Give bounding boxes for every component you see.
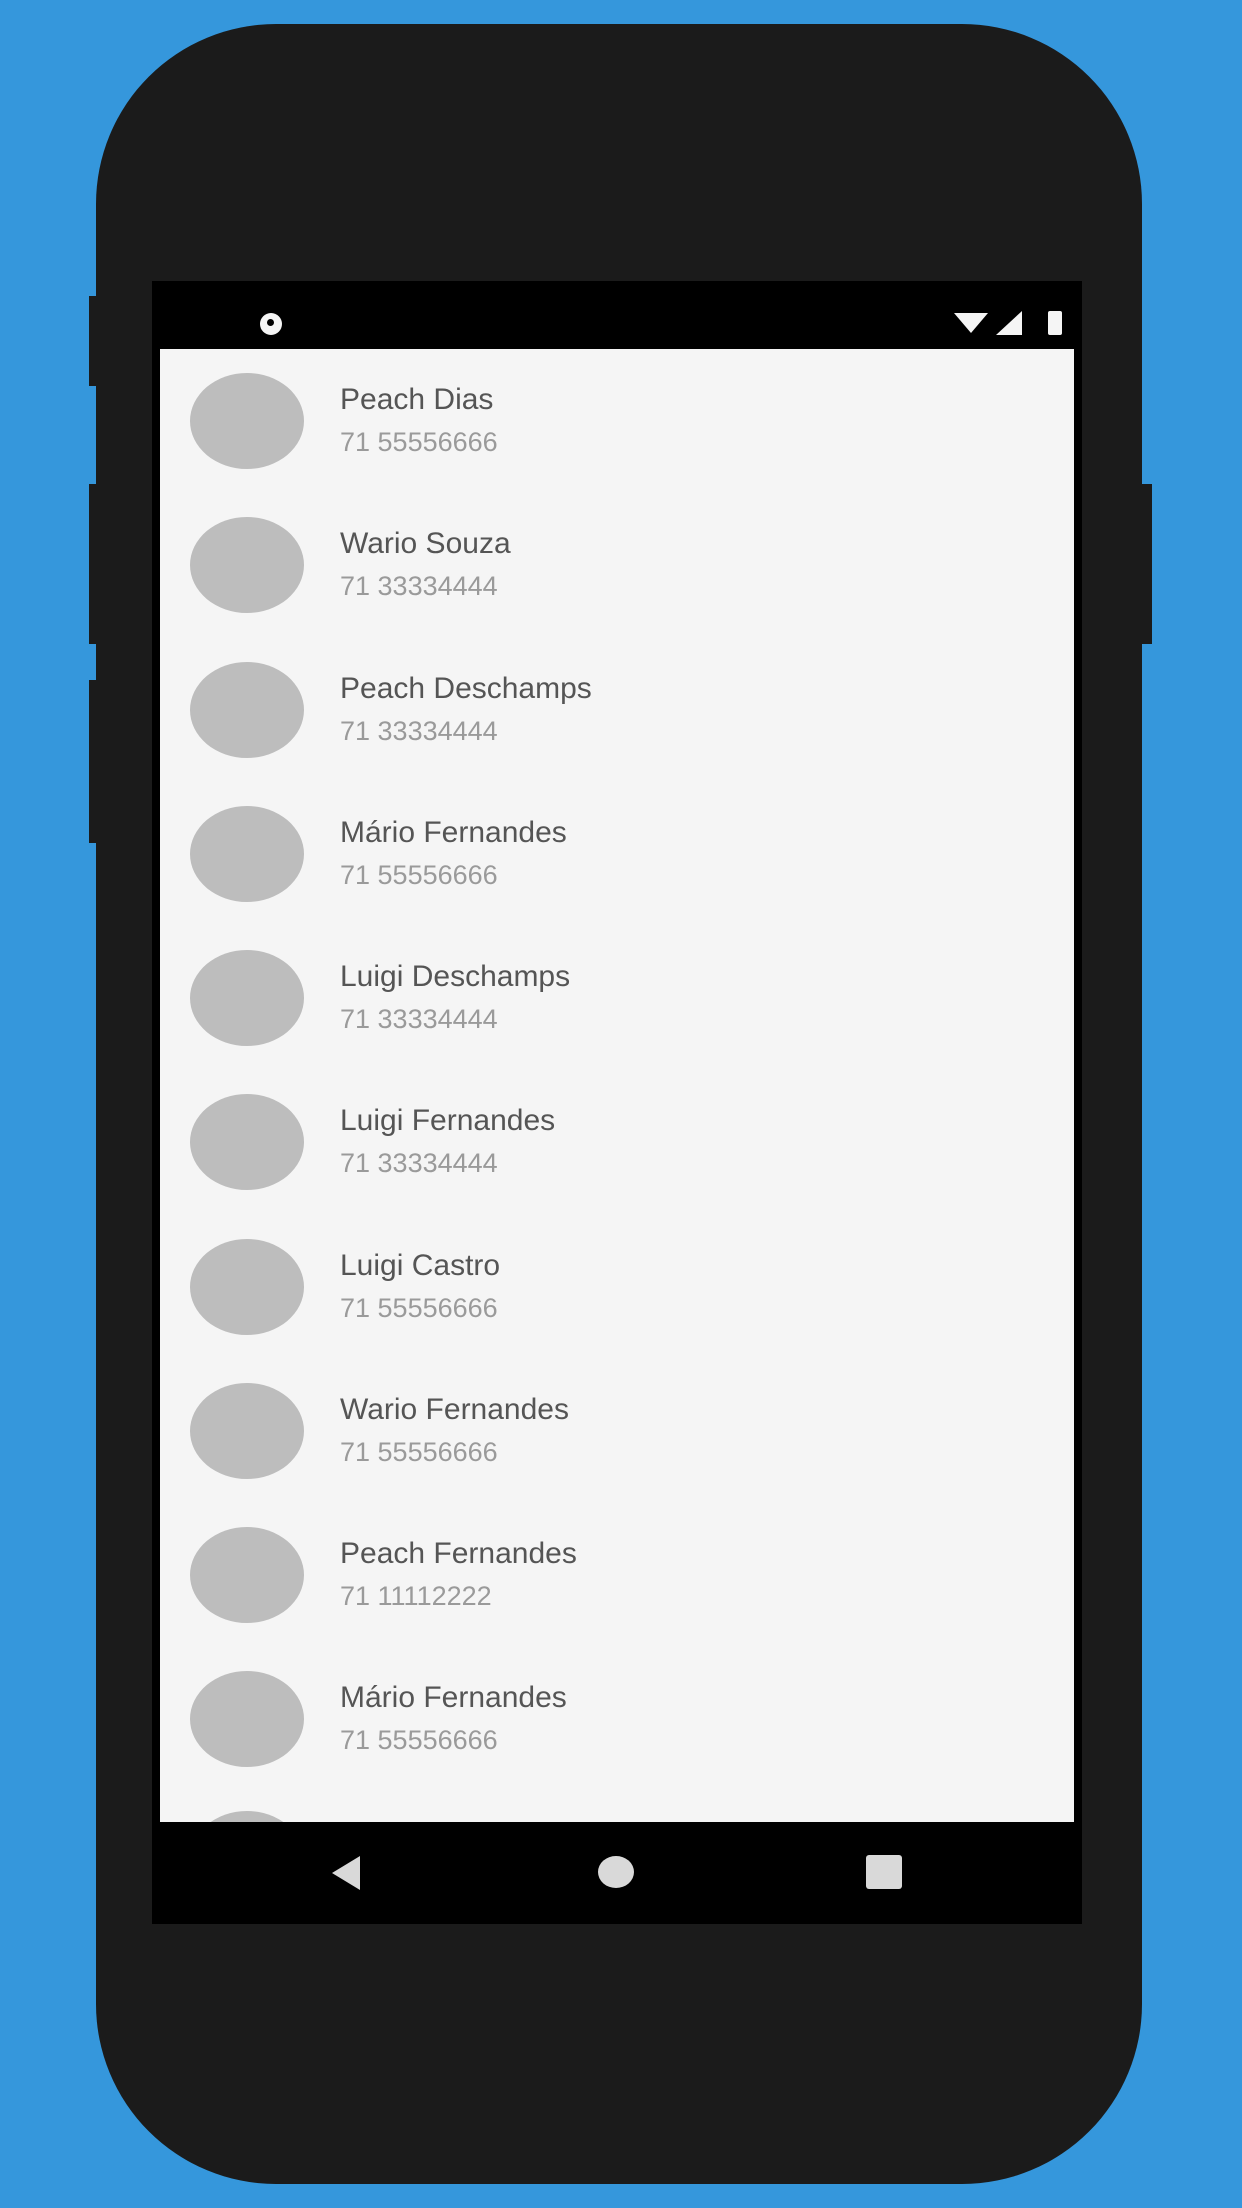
contact-avatar	[190, 373, 304, 469]
contact-phone: 71 33334444	[340, 571, 498, 601]
battery-icon	[1048, 311, 1062, 335]
contact-name: Luigi Fernandes	[340, 1104, 556, 1137]
contact-phone: 71 33334444	[340, 716, 498, 746]
contact-name: Peach Deschamps	[340, 672, 592, 705]
contact-avatar	[190, 806, 304, 902]
contact-phone: 71 33334444	[340, 1148, 498, 1178]
home-icon[interactable]	[598, 1856, 634, 1888]
device-screen: Peach Dias 71 55556666 Wario Souza 71 33…	[152, 281, 1082, 1924]
contact-avatar	[190, 662, 304, 758]
navigation-bar	[152, 1822, 1082, 1924]
back-icon[interactable]	[332, 1856, 360, 1890]
contact-avatar	[190, 950, 304, 1046]
contact-avatar	[190, 1527, 304, 1623]
cell-signal-icon	[996, 311, 1022, 335]
contact-name: Peach Dias	[340, 383, 494, 416]
contact-phone: 71 55556666	[340, 427, 498, 457]
contact-phone: 71 55556666	[340, 1293, 498, 1323]
contact-list[interactable]: Peach Dias 71 55556666 Wario Souza 71 33…	[160, 349, 1074, 1822]
contact-name: Peach Fernandes	[340, 1537, 577, 1570]
contact-name: Luigi Castro	[340, 1249, 501, 1282]
contact-avatar	[190, 517, 304, 613]
contact-avatar	[190, 1383, 304, 1479]
contact-name: Mário Fernandes	[340, 1681, 567, 1714]
contact-list-item[interactable]: Wario Fernandes 71 55556666	[160, 1359, 1074, 1503]
contact-name: Mário Fernandes	[340, 816, 567, 849]
contact-list-item[interactable]: Mário Fernandes 71 55556666	[160, 1647, 1074, 1791]
background: Peach Dias 71 55556666 Wario Souza 71 33…	[0, 0, 1242, 2208]
contact-phone: 71 55556666	[340, 860, 498, 890]
contact-avatar	[190, 1239, 304, 1335]
contact-name: Luigi Deschamps	[340, 960, 571, 993]
contact-list-item[interactable]: Luigi Fernandes 71 33334444	[160, 1070, 1074, 1214]
contact-list-item[interactable]: Mário Fernandes 71 55556666	[160, 782, 1074, 926]
contact-phone: 71 55556666	[340, 1437, 498, 1467]
contact-avatar-partial	[190, 1811, 304, 1822]
status-bar	[152, 281, 1082, 349]
contact-list-item[interactable]: Luigi Deschamps 71 33334444	[160, 926, 1074, 1070]
contact-avatar	[190, 1094, 304, 1190]
contact-name: Wario Souza	[340, 527, 511, 560]
contact-list-item[interactable]: Peach Dias 71 55556666	[160, 349, 1074, 493]
recents-icon[interactable]	[866, 1855, 902, 1889]
contact-list-item[interactable]: Peach Deschamps 71 33334444	[160, 638, 1074, 782]
contact-phone: 71 33334444	[340, 1004, 498, 1034]
contact-list-item[interactable]: Wario Souza 71 33334444	[160, 493, 1074, 637]
contact-name: Wario Fernandes	[340, 1393, 569, 1426]
contact-list-item[interactable]: Luigi Castro 71 55556666	[160, 1215, 1074, 1359]
contact-list-item[interactable]: Peach Fernandes 71 11112222	[160, 1503, 1074, 1647]
contact-avatar	[190, 1671, 304, 1767]
contact-phone: 71 11112222	[340, 1581, 492, 1611]
app-notification-icon	[260, 313, 282, 335]
wifi-icon	[954, 313, 988, 333]
contact-phone: 71 55556666	[340, 1725, 498, 1755]
